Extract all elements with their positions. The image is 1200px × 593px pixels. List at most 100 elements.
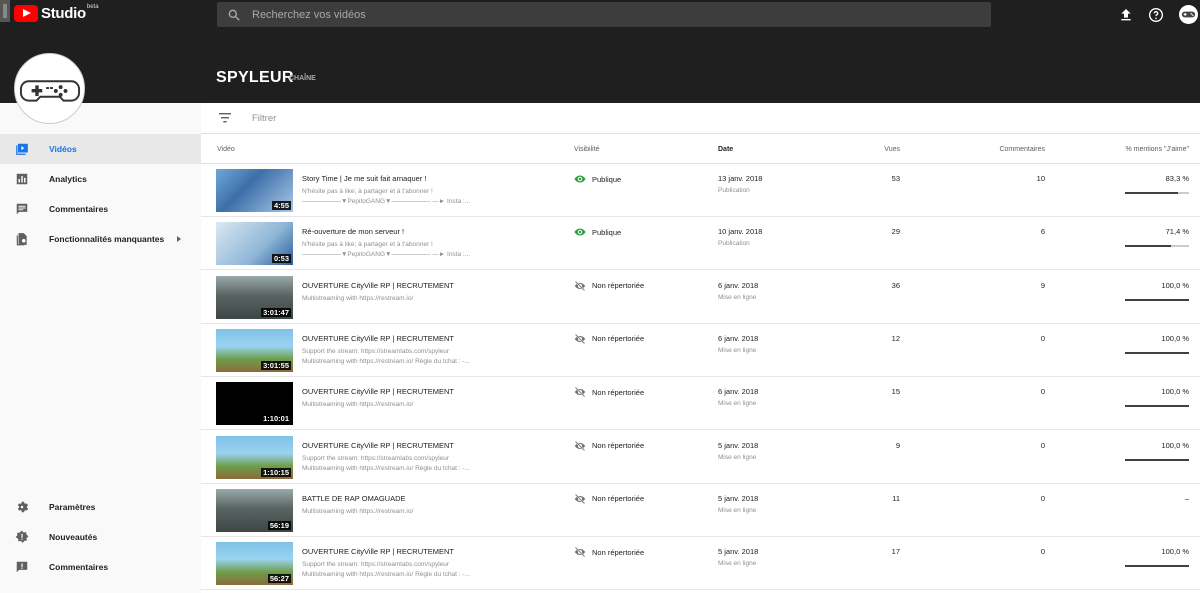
video-date: 13 janv. 2018 — [718, 174, 763, 183]
video-views: 11 — [892, 493, 900, 503]
video-thumbnail[interactable]: 3:01:55 — [216, 328, 293, 372]
likes-bar-fill — [1125, 351, 1189, 354]
likes-bar-fill — [1125, 565, 1189, 568]
video-date: 6 janv. 2018 — [718, 387, 759, 397]
likes-bar-fill — [1125, 192, 1179, 194]
visibility-status[interactable]: Non répertoriée — [574, 493, 644, 505]
table-row[interactable]: 56:19 BATTLE DE RAP OMAGUADE Multistreamin… — [201, 484, 1200, 537]
sidebar-item-analytics[interactable]: Analytics — [0, 164, 201, 194]
sidebar: Vidéos Analytics Commentaires Fonctionna… — [0, 103, 201, 593]
sidebar-item-comments[interactable]: Commentaires — [0, 194, 201, 224]
video-comments: 0 — [1040, 333, 1045, 343]
video-likes: – — [1184, 493, 1189, 503]
header-views[interactable]: Vues — [884, 146, 900, 153]
visibility-status[interactable]: Non répertoriée — [574, 386, 644, 398]
visibility-status[interactable]: Non répertoriée — [574, 333, 644, 345]
visibility-status[interactable]: Publique — [574, 226, 621, 238]
table-row[interactable]: 3:01:55 OUVERTURE CityVille RP | RECRUTEM… — [201, 324, 1200, 377]
video-comments: 0 — [1040, 387, 1045, 397]
video-title[interactable]: BATTLE DE RAP OMAGUADE — [302, 494, 406, 503]
analytics-icon — [16, 173, 28, 185]
video-date-status: Mise en ligne — [718, 400, 757, 408]
video-thumbnail[interactable]: 0:53 — [216, 222, 293, 266]
sidebar-item-whats-new[interactable]: Nouveautés — [0, 522, 201, 552]
video-title[interactable]: OUVERTURE CityVille RP | RECRUTEMENT — [302, 547, 454, 556]
studio-logo[interactable]: Studio beta — [14, 4, 99, 22]
table-row[interactable]: 0:53 Ré-ouverture de mon serveur ! N'hésit… — [201, 217, 1200, 271]
video-duration: 1:10:15 — [261, 467, 291, 477]
feedback-icon — [16, 561, 28, 573]
header-video[interactable]: Vidéo — [217, 146, 235, 153]
videos-icon — [16, 143, 28, 155]
video-duration: 4:55 — [271, 201, 291, 210]
sidebar-item-videos[interactable]: Vidéos — [0, 134, 201, 164]
video-description-line: Multistreaming with https://restream.io/ — [302, 401, 414, 409]
upload-icon[interactable] — [1118, 7, 1134, 23]
video-date: 10 janv. 2018 — [718, 227, 763, 237]
help-icon[interactable] — [1148, 7, 1164, 23]
visibility-label: Publique — [592, 227, 622, 237]
likes-bar-fill — [1125, 298, 1189, 301]
video-title[interactable]: OUVERTURE CityVille RP | RECRUTEMENT — [302, 281, 454, 290]
sidebar-item-feedback[interactable]: Commentaires — [0, 552, 201, 582]
sidebar-item-missing-features[interactable]: Fonctionnalités manquantes — [0, 224, 201, 254]
gear-icon — [17, 501, 29, 513]
sidebar-item-label: Commentaires — [49, 204, 109, 214]
video-title[interactable]: OUVERTURE CityVille RP | RECRUTEMENT — [302, 387, 454, 396]
filter-bar[interactable]: Filtrer — [201, 103, 1200, 134]
video-likes: 100,0 % — [1161, 280, 1189, 290]
video-date: 5 janv. 2018 — [718, 547, 759, 557]
account-avatar[interactable] — [1179, 5, 1198, 24]
video-description-line: N'hésite pas à like; à partager et à t'a… — [302, 188, 433, 195]
video-description-line: ——————▼PepitoGANG▼—————— —► Insta :... — [302, 251, 471, 259]
video-thumbnail[interactable]: 4:55 — [216, 169, 293, 212]
header-visibility[interactable]: Visibilité — [574, 146, 600, 153]
video-title[interactable]: OUVERTURE CityVille RP | RECRUTEMENT — [302, 334, 454, 343]
video-thumbnail[interactable]: 56:27 — [216, 542, 293, 586]
visibility-status[interactable]: Publique — [574, 173, 621, 185]
video-description: N'hésite pas à like; à partager et à t'a… — [302, 240, 470, 260]
video-description-line: Support the stream: https://streamlabs.c… — [302, 561, 450, 569]
table-row[interactable]: 1:10:15 OUVERTURE CityVille RP | RECRUTEM… — [201, 431, 1200, 484]
eye-off-icon — [574, 387, 586, 398]
search-box[interactable]: Recherchez vos vidéos — [217, 2, 991, 27]
header-likes[interactable]: % mentions "J'aime" — [1126, 146, 1190, 153]
channel-header: SPYLEUR CHAÎNE — [0, 30, 1200, 103]
video-thumbnail[interactable]: 1:10:01 — [216, 382, 293, 426]
channel-avatar[interactable] — [14, 53, 85, 124]
table-row[interactable]: 4:55 Story Time | Je me suit fait arnaque… — [201, 164, 1200, 217]
eye-icon — [574, 228, 586, 236]
filter-icon[interactable] — [219, 113, 231, 123]
video-duration: 3:01:55 — [261, 360, 291, 370]
visibility-status[interactable]: Non répertoriée — [574, 546, 644, 558]
video-thumbnail[interactable]: 56:19 — [216, 488, 293, 532]
video-likes: 100,0 % — [1161, 547, 1189, 557]
video-thumbnail[interactable]: 1:10:15 — [216, 435, 293, 479]
video-title[interactable]: Ré-ouverture de mon serveur ! — [302, 227, 404, 236]
header-date[interactable]: Date — [718, 146, 733, 153]
video-likes: 100,0 % — [1161, 440, 1189, 450]
video-description-line: Multistreaming with https://restream.io/ — [302, 294, 414, 302]
header-comments[interactable]: Commentaires — [999, 146, 1045, 153]
sidebar-item-settings[interactable]: Paramètres — [0, 492, 201, 522]
video-title[interactable]: Story Time | Je me suit fait arnaquer ! — [302, 174, 427, 183]
video-date-status: Mise en ligne — [718, 293, 757, 301]
eye-off-icon — [574, 333, 586, 344]
video-description-line: Multistreaming with https://restream.io/… — [302, 464, 470, 472]
video-thumbnail[interactable]: 3:01:47 — [216, 275, 293, 319]
channel-tag: CHAÎNE — [289, 75, 316, 82]
video-duration: 56:19 — [267, 520, 291, 530]
table-row[interactable]: 3:01:47 OUVERTURE CityVille RP | RECRUTEM… — [201, 271, 1200, 324]
video-description-line: Multistreaming with https://restream.io/… — [302, 357, 470, 365]
visibility-status[interactable]: Non répertoriée — [574, 280, 644, 292]
table-row[interactable]: 56:27 OUVERTURE CityVille RP | RECRUTEMEN… — [201, 537, 1200, 591]
video-description-line: ——————▼PepitoGANG▼—————— —► Insta :... — [302, 198, 471, 205]
likes-bar — [1125, 245, 1189, 248]
eye-icon — [574, 175, 586, 183]
video-title[interactable]: OUVERTURE CityVille RP | RECRUTEMENT — [302, 441, 454, 450]
eye-off-icon — [574, 547, 586, 558]
visibility-status[interactable]: Non répertoriée — [574, 440, 644, 452]
table-row[interactable]: 1:10:01 OUVERTURE CityVille RP | RECRUTEM… — [201, 377, 1200, 431]
video-views: 17 — [891, 547, 900, 557]
likes-bar — [1125, 298, 1189, 301]
